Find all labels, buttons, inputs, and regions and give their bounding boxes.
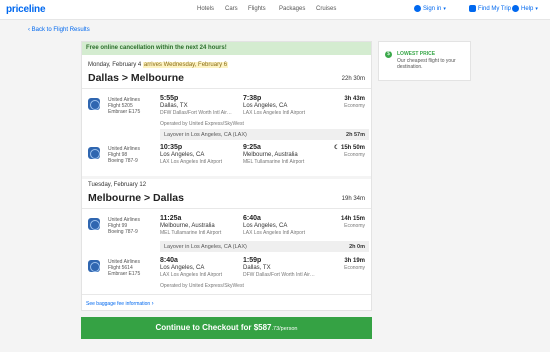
departure: 5:55p Dallas, TX DFW Dallas/Fort Worth I… (160, 95, 232, 116)
user-icon (414, 5, 421, 12)
departure: 8:40a Los Angeles, CA LAX Los Angeles In… (160, 257, 222, 278)
airline-info: United Airlines Flight 5205 Embraer E175 (108, 97, 141, 115)
airline-info: United Airlines Flight 99 Boeing 787-9 (108, 217, 140, 235)
arrival: 6:40a Los Angeles, CA LAX Los Angeles In… (243, 215, 305, 236)
lowest-price-title: LOWEST PRICE (397, 51, 436, 57)
airline-info: United Airlines Flight 5614 Embraer E175 (108, 259, 141, 277)
back-to-results-link[interactable]: ‹ Back to Flight Results (28, 27, 90, 33)
nav-flights[interactable]: Flights (248, 6, 266, 12)
help-label: Help (521, 5, 534, 12)
united-airlines-logo (88, 218, 100, 230)
divider (82, 208, 371, 209)
nav-cars[interactable]: Cars (225, 6, 238, 12)
layover-bar: Layover in Los Angeles, CA (LAX) 2h 0m (160, 241, 369, 252)
arrival: 1:59p Dallas, TX DFW Dallas/Fort Worth I… (243, 257, 315, 278)
segment-duration: 3h 43m Economy (344, 96, 365, 109)
layover-bar: Layover in Los Angeles, CA (LAX) 2h 57m (160, 129, 369, 140)
free-cancellation-banner: Free online cancellation within the next… (82, 42, 371, 55)
departure: 11:25a Melbourne, Australia MEL Tullamar… (160, 215, 222, 236)
arrival: 9:25a Melbourne, Australia MEL Tullamari… (243, 144, 305, 165)
suitcase-icon (469, 5, 476, 12)
top-nav: priceline Hotels Cars Flights Packages C… (0, 0, 550, 20)
united-airlines-logo (88, 260, 100, 272)
operated-by: Operated by United Express/SkyWest (160, 121, 244, 127)
chevron-down-icon: ▾ (535, 5, 538, 12)
continue-to-checkout-button[interactable]: Continue to Checkout for $587.73/person (81, 317, 372, 339)
divider (82, 88, 371, 89)
arrives-badge: arrives Wednesday, February 6 (142, 62, 229, 68)
priceline-logo[interactable]: priceline (6, 4, 46, 15)
dollar-icon: $ (385, 51, 392, 58)
operated-by: Operated by United Express/SkyWest (160, 283, 244, 289)
outbound-date: Monday, February 4 arrives Wednesday, Fe… (88, 62, 229, 68)
airline-info: United Airlines Flight 98 Boeing 787-9 (108, 146, 140, 164)
lowest-price-card: $ LOWEST PRICE Our cheapest flight to yo… (378, 41, 471, 81)
baggage-fee-link[interactable]: See baggage fee information › (86, 301, 154, 307)
nav-packages[interactable]: Packages (279, 6, 305, 12)
arrival: 7:38p Los Angeles, CA LAX Los Angeles In… (243, 95, 305, 116)
lowest-price-text: Our cheapest flight to your destination. (397, 58, 456, 70)
sign-in-label: Sign in (423, 5, 442, 12)
segment-duration: 14h 15m Economy (340, 216, 365, 229)
find-trip-label: Find My Trip (478, 5, 512, 12)
chevron-right-icon: › (151, 301, 154, 307)
united-airlines-logo (88, 147, 100, 159)
nav-cruises[interactable]: Cruises (316, 6, 336, 12)
find-my-trip-menu[interactable]: Find My Trip ▾ (469, 5, 516, 12)
nav-hotels[interactable]: Hotels (197, 6, 214, 12)
return-route: Melbourne > Dallas (88, 192, 184, 204)
overnight-icon: ☾ (333, 145, 341, 151)
segment-duration: 3h 19m Economy (344, 258, 365, 271)
help-menu[interactable]: Help ▾ (512, 5, 538, 12)
help-icon (512, 5, 519, 12)
outbound-duration: 22h 30m (341, 76, 365, 82)
day-separator (82, 176, 371, 179)
departure: 10:35p Los Angeles, CA LAX Los Angeles I… (160, 144, 222, 165)
sign-in-menu[interactable]: Sign in ▾ (414, 5, 446, 12)
segment-duration: ☾ 15h 50m Economy (333, 145, 365, 158)
divider (82, 294, 371, 295)
outbound-route: Dallas > Melbourne (88, 72, 184, 84)
itinerary-card: Free online cancellation within the next… (81, 41, 372, 311)
return-duration: 19h 34m (341, 196, 365, 202)
united-airlines-logo (88, 98, 100, 110)
chevron-down-icon: ▾ (443, 5, 446, 12)
return-date: Tuesday, February 12 (88, 182, 147, 188)
